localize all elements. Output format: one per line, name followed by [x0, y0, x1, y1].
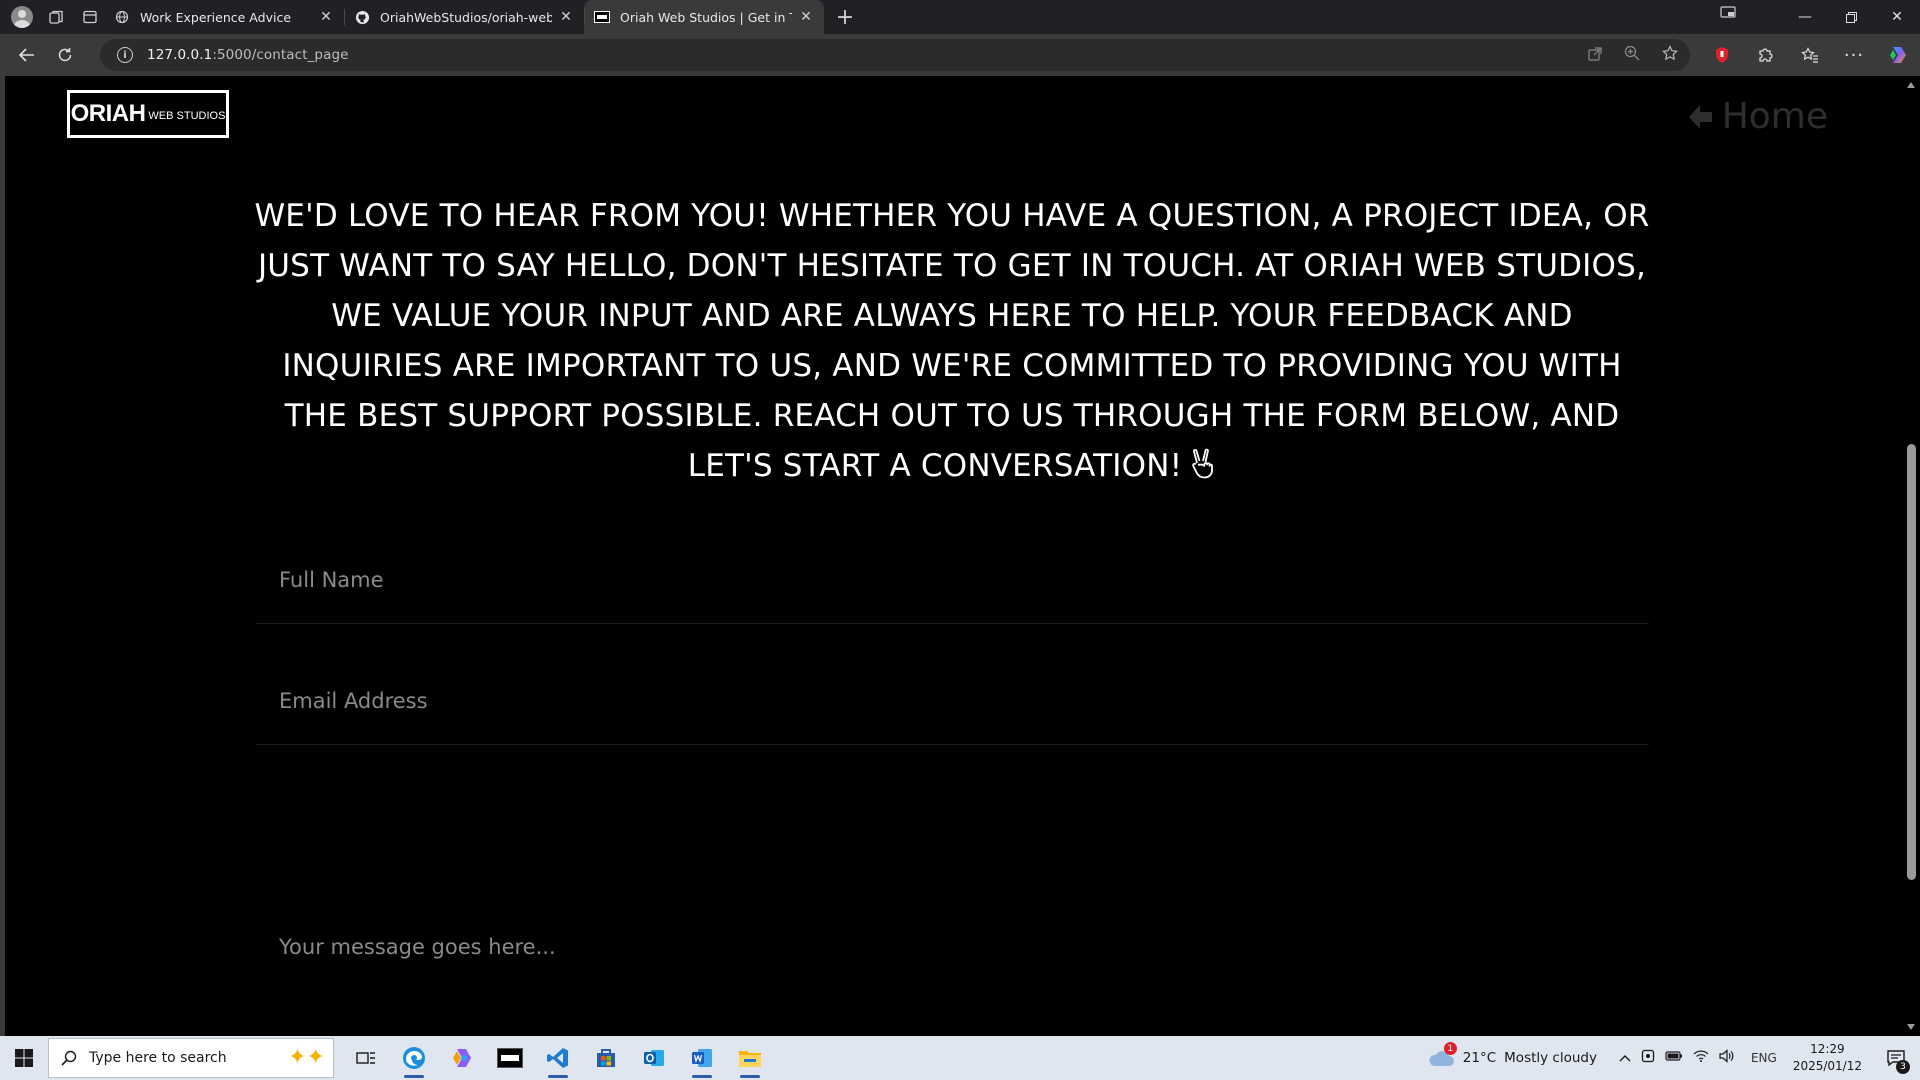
site-logo[interactable]: ORIAH WEB STUDIOS — [67, 90, 229, 138]
notification-count-badge: 3 — [1896, 1060, 1910, 1074]
word-app-icon[interactable] — [678, 1036, 726, 1080]
site-info-icon[interactable]: i — [117, 47, 133, 63]
favorite-star-icon[interactable] — [1662, 45, 1678, 65]
email-placeholder: Email Address — [279, 688, 428, 713]
language-indicator[interactable]: ENG — [1751, 1051, 1777, 1065]
battery-icon[interactable] — [1665, 1050, 1683, 1066]
back-button[interactable] — [10, 38, 44, 72]
edge-app-icon[interactable] — [390, 1036, 438, 1080]
wifi-icon[interactable] — [1693, 1050, 1709, 1066]
volume-icon[interactable] — [1719, 1049, 1735, 1067]
page-scrollbar[interactable] — [1903, 76, 1920, 1036]
browser-toolbar: i 127.0.0.1:5000/contact_page ··· — [0, 34, 1920, 76]
scroll-up-arrow-icon[interactable] — [1907, 82, 1915, 88]
scroll-down-arrow-icon[interactable] — [1907, 1024, 1915, 1030]
tab-actions-icon[interactable] — [76, 3, 104, 31]
tab-title: Work Experience Advice — [140, 9, 292, 25]
system-tray: 1 21°C Mostly cloudy ENG 12:29 2025/01/1… — [1427, 1036, 1920, 1080]
reload-button[interactable] — [48, 38, 82, 72]
notifications-button[interactable]: 3 — [1880, 1036, 1912, 1080]
outlook-app-icon[interactable] — [630, 1036, 678, 1080]
url-text: 127.0.0.1:5000/contact_page — [147, 47, 349, 63]
victory-hand-icon — [1188, 445, 1216, 495]
tab-title: OriahWebStudios/oriah-web-stud — [380, 9, 552, 25]
email-input[interactable]: Email Address — [256, 657, 1649, 745]
vscode-app-icon[interactable] — [534, 1036, 582, 1080]
store-app-icon[interactable] — [582, 1036, 630, 1080]
cast-icon[interactable] — [1716, 3, 1740, 23]
contact-intro-text: WE'D LOVE TO HEAR FROM YOU! WHETHER YOU … — [254, 191, 1650, 495]
task-view-icon[interactable] — [342, 1036, 390, 1080]
search-icon — [61, 1050, 77, 1066]
taskbar-clock[interactable]: 12:29 2025/01/12 — [1793, 1041, 1862, 1075]
full-name-placeholder: Full Name — [279, 567, 384, 592]
home-link[interactable]: Home — [1686, 96, 1828, 137]
tab-contact-page[interactable]: Oriah Web Studios | Get in Touch ✕ — [584, 0, 824, 34]
ows-favicon-icon — [594, 9, 610, 25]
tab-title: Oriah Web Studios | Get in Touch — [620, 9, 792, 25]
windows-taskbar: Type here to search ✦✦ 1 21°C Mostly clo… — [0, 1036, 1920, 1080]
restore-window-button[interactable] — [1828, 0, 1874, 34]
weather-desc: Mostly cloudy — [1504, 1050, 1597, 1066]
copilot-icon[interactable] — [1876, 34, 1920, 76]
page-viewport: ORIAH WEB STUDIOS Home WE'D LOVE TO HEAR… — [0, 76, 1920, 1036]
taskbar-search[interactable]: Type here to search ✦✦ — [48, 1038, 334, 1078]
weather-widget[interactable]: 1 21°C Mostly cloudy — [1427, 1042, 1597, 1070]
more-menu-icon[interactable]: ··· — [1832, 34, 1876, 76]
intro-paragraph: WE'D LOVE TO HEAR FROM YOU! WHETHER YOU … — [254, 198, 1650, 484]
tab-work-experience[interactable]: Work Experience Advice ✕ — [104, 0, 344, 34]
favorites-icon[interactable] — [1788, 34, 1832, 76]
home-link-label: Home — [1721, 96, 1828, 137]
close-window-button[interactable]: ✕ — [1874, 0, 1920, 34]
weather-alert-badge: 1 — [1443, 1042, 1457, 1055]
minimize-window-button[interactable]: — — [1782, 0, 1828, 34]
close-tab-icon[interactable]: ✕ — [318, 9, 334, 25]
viewport-edge — [0, 76, 5, 1036]
contact-form: Full Name Email Address Your message goe… — [256, 536, 1649, 1036]
weather-cloud-icon: 1 — [1427, 1042, 1457, 1070]
close-tab-icon[interactable]: ✕ — [558, 9, 574, 25]
message-placeholder: Your message goes here... — [279, 935, 556, 959]
zoom-icon[interactable] — [1624, 45, 1640, 65]
clock-time: 12:29 — [1810, 1042, 1845, 1056]
extension-red-icon[interactable] — [1700, 34, 1744, 76]
weather-temp: 21°C — [1462, 1050, 1497, 1066]
profile-avatar-icon[interactable] — [8, 3, 36, 31]
browser-tab-bar: Work Experience Advice ✕ OriahWebStudios… — [0, 0, 1920, 34]
logo-sub-text: WEB STUDIOS — [148, 109, 226, 122]
chevron-up-icon[interactable] — [1619, 1051, 1631, 1066]
ows-app-icon[interactable] — [486, 1036, 534, 1080]
logo-main-text: ORIAH — [70, 100, 146, 127]
full-name-input[interactable]: Full Name — [256, 536, 1649, 624]
windows-logo-icon — [15, 1049, 33, 1067]
scrollbar-thumb[interactable] — [1907, 444, 1916, 880]
new-tab-button[interactable]: + — [830, 2, 860, 32]
file-explorer-app-icon[interactable] — [726, 1036, 774, 1080]
workspaces-icon[interactable] — [42, 3, 70, 31]
extensions-puzzle-icon[interactable] — [1744, 34, 1788, 76]
search-placeholder: Type here to search — [89, 1050, 227, 1066]
clock-date: 2025/01/12 — [1792, 1059, 1862, 1073]
arrow-left-icon — [1688, 104, 1712, 129]
globe-icon — [114, 9, 130, 25]
close-tab-icon[interactable]: ✕ — [798, 9, 814, 25]
open-in-app-icon[interactable] — [1588, 46, 1602, 65]
github-icon — [354, 9, 370, 25]
tab-github[interactable]: OriahWebStudios/oriah-web-stud ✕ — [344, 0, 584, 34]
meet-now-icon[interactable] — [1641, 1049, 1655, 1067]
message-textarea[interactable]: Your message goes here... — [256, 778, 1649, 1036]
copilot-app-icon[interactable] — [438, 1036, 486, 1080]
search-highlight-icon: ✦✦ — [288, 1045, 325, 1070]
start-button[interactable] — [0, 1036, 48, 1080]
address-bar[interactable]: i 127.0.0.1:5000/contact_page — [100, 39, 1690, 71]
